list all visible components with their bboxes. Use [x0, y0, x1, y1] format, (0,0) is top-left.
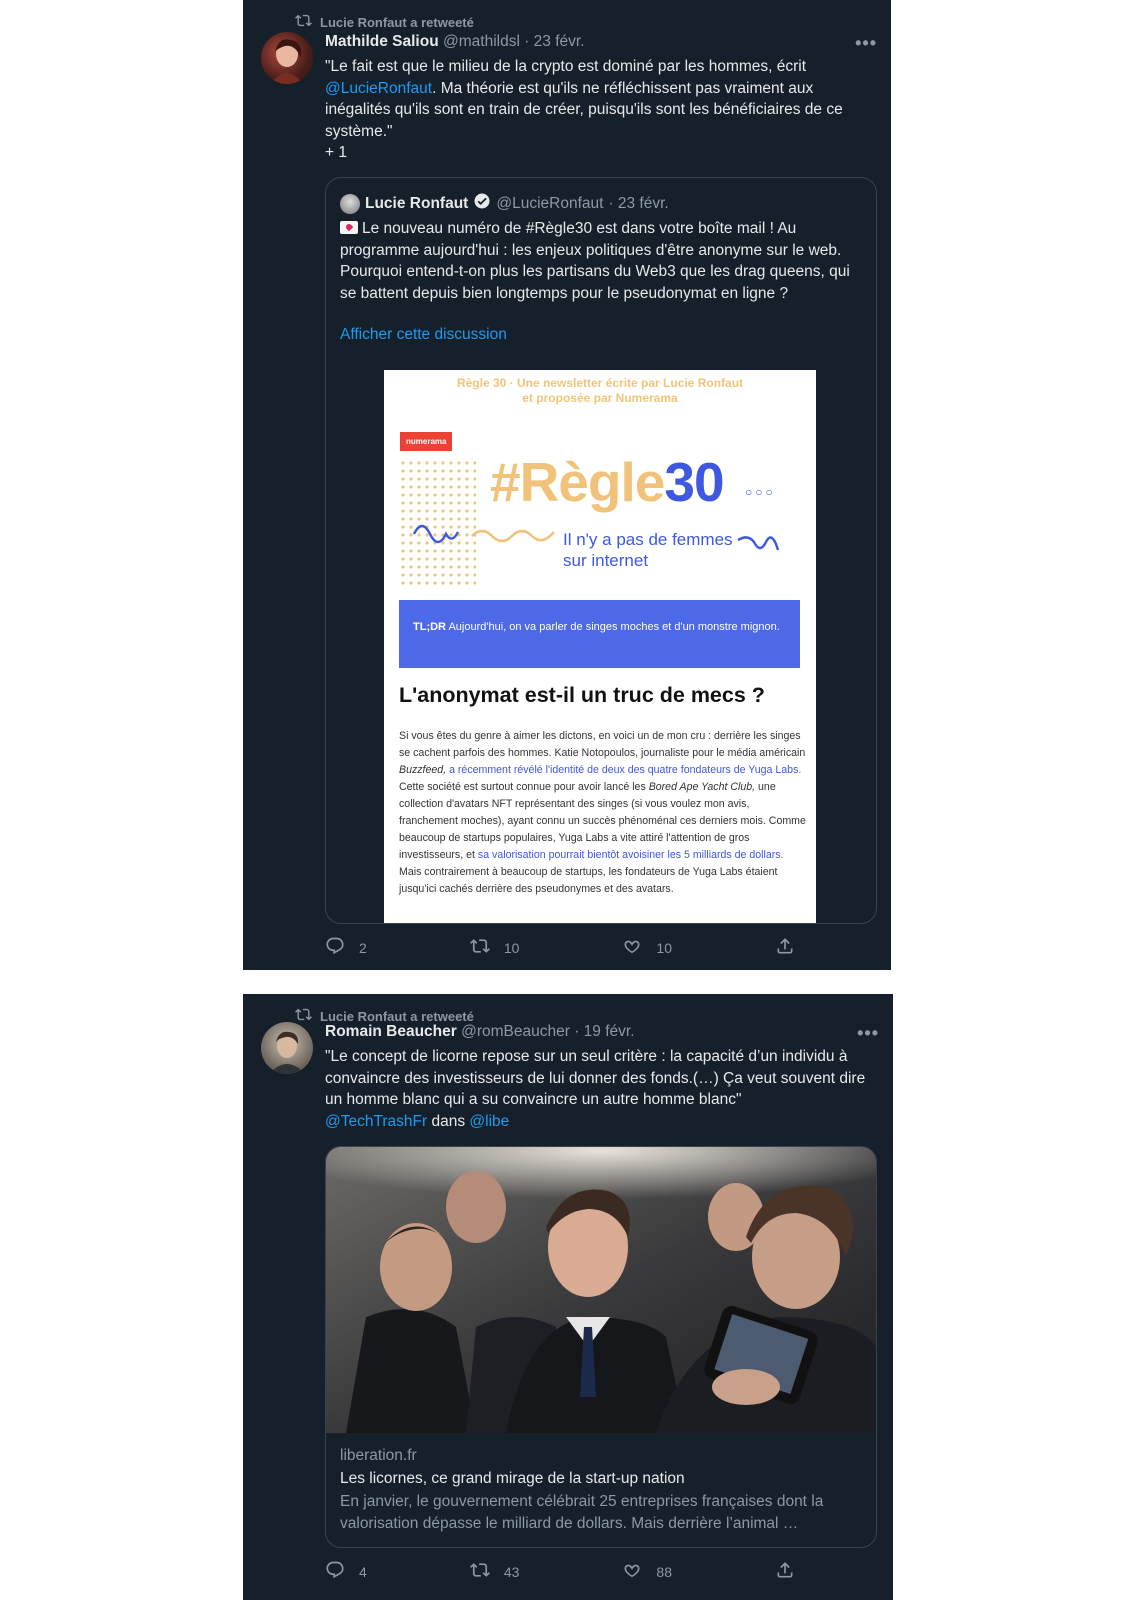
newsletter-link: a récemment révélé l'identité de deux de… — [446, 764, 802, 776]
like-button[interactable]: 88 — [622, 1560, 672, 1583]
reply-button[interactable]: 2 — [325, 936, 367, 959]
quote-text-body: Le nouveau numéro de #Règle30 est dans v… — [340, 220, 850, 302]
quote-avatar[interactable] — [340, 193, 360, 214]
newsletter-headline: L'anonymat est-il un truc de mecs ? — [399, 683, 765, 707]
article-photo[interactable] — [326, 1147, 876, 1433]
reply-icon — [325, 936, 345, 959]
tldr-label: TL;DR — [413, 621, 446, 633]
retweet-button[interactable]: 43 — [469, 1560, 520, 1583]
retweet-icon — [469, 936, 490, 959]
newsletter-paragraph: Si vous êtes du genre à aimer les dicton… — [399, 728, 807, 898]
tweet-text: "Le concept de licorne repose sur un seu… — [325, 1046, 880, 1132]
newsletter-header-line: et proposée par Numerama — [522, 391, 678, 405]
tweet-1[interactable]: Lucie Ronfaut a retweeté Mathilde Saliou… — [243, 0, 891, 970]
quoted-tweet[interactable]: Lucie Ronfaut @LucieRonfaut · 23 févr. L… — [325, 177, 877, 924]
author-name[interactable]: Romain Beaucher — [325, 1023, 457, 1040]
newsletter-title-hash: #Règle — [490, 451, 665, 513]
reply-count: 4 — [359, 1563, 367, 1580]
wave-icon — [737, 536, 780, 551]
tweet-actions: 2 10 10 — [325, 936, 795, 959]
newsletter-text: Si vous êtes du genre à aimer les dicton… — [399, 730, 806, 759]
reply-count: 2 — [359, 939, 367, 956]
card-description: En janvier, le gouvernement célébrait 25… — [340, 1493, 824, 1532]
reply-icon — [325, 1560, 345, 1583]
share-icon — [775, 1560, 795, 1583]
avatar[interactable] — [261, 1022, 313, 1074]
retweet-icon — [295, 1006, 312, 1026]
tweet-actions: 4 43 88 — [325, 1560, 795, 1583]
newsletter-link: sa valorisation pourrait bientôt avoisin… — [477, 849, 784, 861]
avatar[interactable] — [261, 32, 313, 84]
tweet-header: Romain Beaucher @romBeaucher · 19 févr. — [325, 1023, 635, 1041]
newsletter-title: #Règle30 — [490, 450, 725, 514]
newsletter-subtitle: Il n'y a pas de femmes sur internet — [563, 529, 733, 571]
tweet-text-part: "Le concept de licorne repose sur un seu… — [325, 1048, 866, 1108]
newsletter-header: Règle 30 · Une newsletter écrite par Luc… — [384, 376, 816, 406]
mention-link[interactable]: @LucieRonfaut — [325, 80, 432, 97]
card-title: Les licornes, ce grand mirage de la star… — [340, 1469, 685, 1487]
share-icon — [775, 936, 795, 959]
tweet-text-part: + 1 — [325, 144, 347, 161]
tldr-text: Aujourd'hui, on va parler de singes moch… — [448, 621, 780, 633]
newsletter-title-num: 30 — [664, 451, 724, 513]
tweet-2[interactable]: Lucie Ronfaut a retweeté Romain Beaucher… — [243, 994, 893, 1600]
quote-handle[interactable]: @LucieRonfaut — [496, 195, 603, 213]
tweet-date[interactable]: · 23 févr. — [524, 33, 584, 50]
like-icon — [622, 1560, 642, 1583]
link-card[interactable]: liberation.fr Les licornes, ce grand mir… — [325, 1146, 877, 1548]
share-button[interactable] — [775, 936, 795, 959]
tweet-text: "Le fait est que le milieu de la crypto … — [325, 56, 880, 164]
tweet-text-part: "Le fait est que le milieu de la crypto … — [325, 58, 807, 75]
card-body: liberation.fr Les licornes, ce grand mir… — [326, 1433, 876, 1534]
reply-button[interactable]: 4 — [325, 1560, 367, 1583]
newsletter-text: Cette société est surtout connue pour av… — [399, 781, 649, 793]
more-icon[interactable]: ••• — [857, 1023, 879, 1044]
mention-link[interactable]: @libe — [469, 1113, 509, 1130]
newsletter-text-em: Buzzfeed, — [399, 764, 447, 776]
newsletter-text-em: Bored Ape Yacht Club, — [648, 781, 756, 793]
retweet-icon — [295, 12, 312, 32]
card-domain: liberation.fr — [340, 1447, 417, 1464]
author-name[interactable]: Mathilde Saliou — [325, 33, 439, 50]
retweet-count: 43 — [503, 1563, 520, 1580]
retweet-label: Lucie Ronfaut a retweeté — [320, 1008, 474, 1024]
numerama-tag: numerama — [400, 432, 453, 451]
author-handle[interactable]: @romBeaucher — [461, 1023, 570, 1040]
retweet-label: Lucie Ronfaut a retweeté — [320, 14, 474, 30]
retweet-count: 10 — [503, 939, 520, 956]
quote-text: Le nouveau numéro de #Règle30 est dans v… — [340, 218, 855, 304]
newsletter-image[interactable]: Règle 30 · Une newsletter écrite par Luc… — [384, 370, 816, 923]
more-icon[interactable]: ••• — [855, 33, 877, 54]
share-button[interactable] — [775, 1560, 795, 1583]
like-button[interactable]: 10 — [622, 936, 672, 959]
newsletter-subtitle-line: Il n'y a pas de femmes — [563, 530, 733, 549]
like-icon — [622, 936, 642, 959]
envelope-icon — [340, 221, 358, 234]
like-count: 88 — [656, 1563, 672, 1580]
dots-icon: ○○○ — [745, 485, 776, 499]
retweet-icon — [469, 1560, 490, 1583]
newsletter-text: Mais contrairement à beaucoup de startup… — [399, 866, 778, 895]
verified-icon — [473, 192, 491, 215]
wave-icon — [412, 524, 555, 544]
author-handle[interactable]: @mathildsl — [443, 33, 520, 50]
show-thread-link[interactable]: Afficher cette discussion — [340, 326, 507, 344]
quote-date[interactable]: · 23 févr. — [608, 195, 668, 213]
quote-author-name[interactable]: Lucie Ronfaut — [365, 195, 468, 213]
retweet-context: Lucie Ronfaut a retweeté — [295, 12, 474, 32]
tweet-date[interactable]: · 19 févr. — [574, 1023, 634, 1040]
mention-link[interactable]: @TechTrashFr — [325, 1113, 427, 1130]
newsletter-subtitle-line: sur internet — [563, 551, 649, 570]
tweet-header: Mathilde Saliou @mathildsl · 23 févr. — [325, 33, 585, 51]
tweet-text-part: dans — [427, 1112, 470, 1130]
tldr-band: TL;DR Aujourd'hui, on va parler de singe… — [399, 600, 800, 668]
quote-header: Lucie Ronfaut @LucieRonfaut · 23 févr. — [340, 192, 669, 215]
newsletter-header-line: Règle 30 · Une newsletter écrite par Luc… — [456, 376, 744, 390]
like-count: 10 — [656, 939, 672, 956]
retweet-button[interactable]: 10 — [469, 936, 520, 959]
